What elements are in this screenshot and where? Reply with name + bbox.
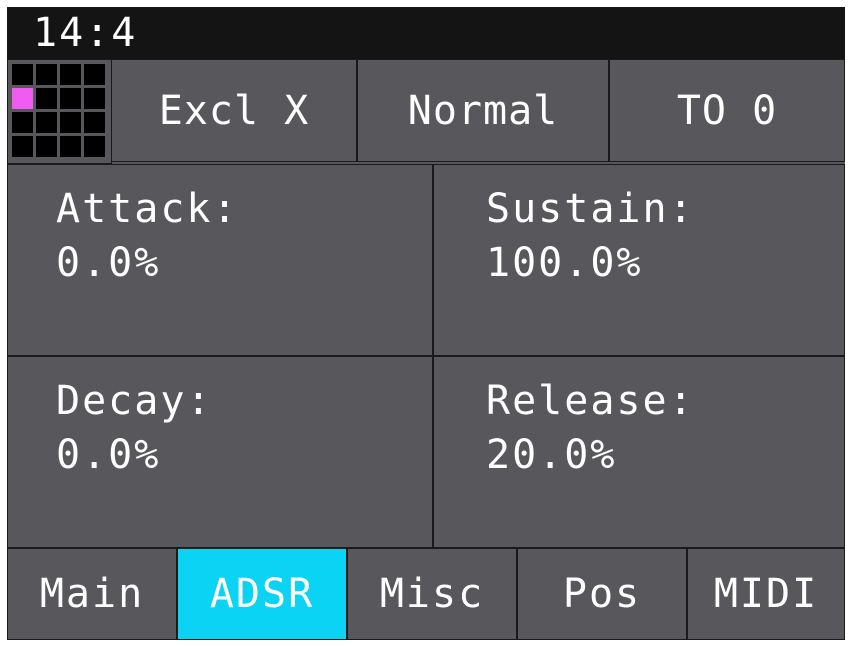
pad[interactable] xyxy=(60,112,81,133)
pad[interactable] xyxy=(36,88,57,109)
attack-label: Attack: xyxy=(56,186,239,232)
attack-param[interactable]: Attack: 0.0% xyxy=(7,164,433,356)
release-label: Release: xyxy=(486,378,695,424)
sustain-param[interactable]: Sustain: 100.0% xyxy=(433,164,845,356)
pad[interactable] xyxy=(12,136,33,157)
pad-selector[interactable] xyxy=(7,59,112,164)
play-mode-button[interactable]: Normal xyxy=(357,59,609,162)
decay-label: Decay: xyxy=(56,378,213,424)
pad[interactable] xyxy=(12,112,33,133)
pad[interactable] xyxy=(36,112,57,133)
pad-selected[interactable] xyxy=(12,88,33,109)
tab-adsr[interactable]: ADSR xyxy=(177,548,347,640)
pad[interactable] xyxy=(84,64,105,85)
decay-param[interactable]: Decay: 0.0% xyxy=(7,356,433,548)
decay-value: 0.0% xyxy=(56,432,161,478)
clock: 14:4 xyxy=(33,10,138,56)
sustain-label: Sustain: xyxy=(486,186,695,232)
tab-bar: Main ADSR Misc Pos MIDI xyxy=(7,548,845,640)
pad[interactable] xyxy=(60,88,81,109)
tab-misc[interactable]: Misc xyxy=(347,548,517,640)
tab-main[interactable]: Main xyxy=(7,548,177,640)
tab-pos[interactable]: Pos xyxy=(517,548,687,640)
release-value: 20.0% xyxy=(486,432,617,478)
pad[interactable] xyxy=(36,64,57,85)
pad[interactable] xyxy=(84,88,105,109)
output-button[interactable]: TO 0 xyxy=(609,59,845,162)
pad[interactable] xyxy=(12,64,33,85)
pad[interactable] xyxy=(84,136,105,157)
pad[interactable] xyxy=(60,136,81,157)
sustain-value: 100.0% xyxy=(486,240,643,286)
pad-grid-icon xyxy=(12,64,105,157)
release-param[interactable]: Release: 20.0% xyxy=(433,356,845,548)
status-bar: 14:4 xyxy=(7,7,845,59)
pad[interactable] xyxy=(84,112,105,133)
pad[interactable] xyxy=(60,64,81,85)
attack-value: 0.0% xyxy=(56,240,161,286)
sampler-screen: 14:4 Excl X Normal TO 0 Attack: 0.0% Sus… xyxy=(7,7,845,640)
exclusive-group-button[interactable]: Excl X xyxy=(111,59,357,162)
tab-midi[interactable]: MIDI xyxy=(687,548,845,640)
top-toolbar: Excl X Normal TO 0 xyxy=(7,59,845,164)
pad[interactable] xyxy=(36,136,57,157)
